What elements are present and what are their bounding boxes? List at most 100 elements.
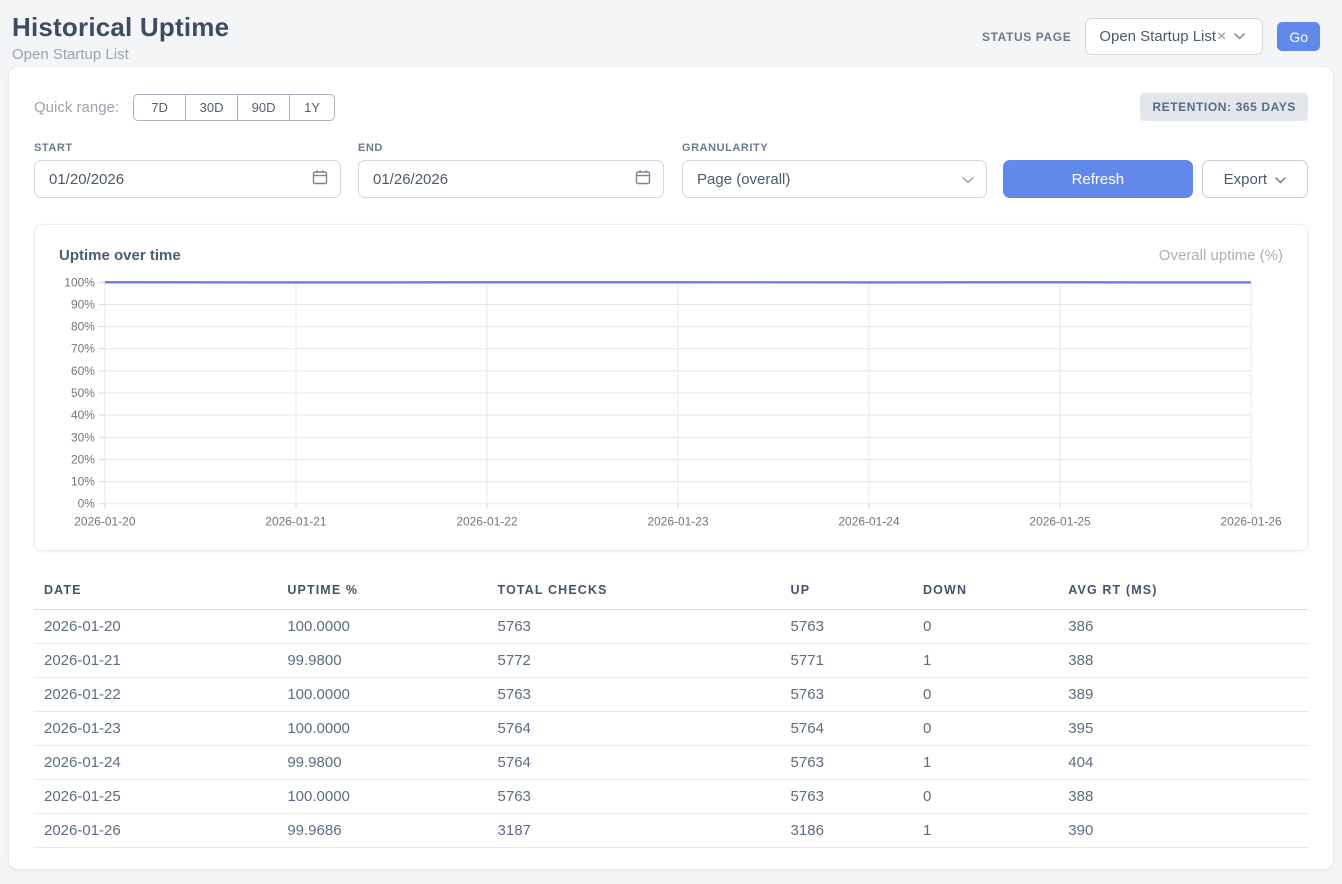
- calendar-icon[interactable]: [635, 169, 651, 189]
- table-cell: 404: [1058, 746, 1308, 780]
- y-axis-tick-label: 60%: [71, 364, 95, 378]
- table-cell: 5763: [781, 780, 913, 814]
- page-title: Historical Uptime: [12, 12, 229, 43]
- go-button[interactable]: Go: [1277, 22, 1320, 51]
- y-axis-tick-label: 10%: [71, 475, 95, 489]
- y-axis-tick-label: 40%: [71, 408, 95, 422]
- column-header: UPTIME %: [277, 575, 487, 610]
- y-axis-tick-label: 30%: [71, 430, 95, 444]
- y-axis-tick-label: 100%: [64, 275, 95, 289]
- chevron-down-icon: [1234, 33, 1245, 40]
- table-cell: 100.0000: [277, 610, 487, 644]
- table-header-row: DATEUPTIME %TOTAL CHECKSUPDOWNAVG RT (MS…: [34, 575, 1308, 610]
- filters-row: START 01/20/2026 END 01/26/2026 GRANULAR…: [34, 142, 1308, 198]
- export-button-label: Export: [1224, 171, 1267, 188]
- table-cell: 2026-01-23: [34, 712, 277, 746]
- start-date-label: START: [34, 142, 341, 154]
- table-cell: 5763: [488, 780, 781, 814]
- table-cell: 5763: [488, 678, 781, 712]
- table-cell: 0: [913, 610, 1058, 644]
- chart-legend: Overall uptime (%): [1159, 247, 1283, 264]
- y-axis-tick-label: 90%: [71, 297, 95, 311]
- table-cell: 386: [1058, 610, 1308, 644]
- column-header: DOWN: [913, 575, 1058, 610]
- table-row: 2026-01-22100.0000576357630389: [34, 678, 1308, 712]
- start-date-input[interactable]: 01/20/2026: [34, 160, 341, 198]
- table-cell: 388: [1058, 780, 1308, 814]
- column-header: DATE: [34, 575, 277, 610]
- granularity-field-group: GRANULARITY Page (overall): [682, 142, 987, 198]
- table-cell: 5771: [781, 644, 913, 678]
- table-row: 2026-01-2499.9800576457631404: [34, 746, 1308, 780]
- table-cell: 99.9800: [277, 644, 487, 678]
- table-row: 2026-01-2699.9686318731861390: [34, 814, 1308, 848]
- table-cell: 99.9800: [277, 746, 487, 780]
- x-axis-tick-label: 2026-01-25: [1029, 515, 1091, 529]
- status-page-label: STATUS PAGE: [982, 30, 1071, 44]
- column-header: TOTAL CHECKS: [488, 575, 781, 610]
- refresh-button[interactable]: Refresh: [1003, 160, 1193, 198]
- table-cell: 5764: [781, 712, 913, 746]
- table-cell: 5772: [488, 644, 781, 678]
- table-cell: 3187: [488, 814, 781, 848]
- table-cell: 0: [913, 780, 1058, 814]
- table-cell: 1: [913, 644, 1058, 678]
- quick-range-group: 7D30D90D1Y: [133, 94, 335, 121]
- table-cell: 100.0000: [277, 712, 487, 746]
- table-cell: 0: [913, 712, 1058, 746]
- table-cell: 2026-01-25: [34, 780, 277, 814]
- table-cell: 5763: [781, 678, 913, 712]
- table-cell: 5763: [488, 610, 781, 644]
- y-axis-tick-label: 0%: [78, 497, 96, 511]
- x-axis-tick-label: 2026-01-20: [74, 515, 136, 529]
- quick-range-30d[interactable]: 30D: [185, 94, 237, 121]
- x-axis-tick-label: 2026-01-24: [838, 515, 900, 529]
- quick-range-label: Quick range:: [34, 99, 119, 116]
- table-cell: 388: [1058, 644, 1308, 678]
- table-cell: 1: [913, 814, 1058, 848]
- table-row: 2026-01-23100.0000576457640395: [34, 712, 1308, 746]
- granularity-select[interactable]: Page (overall): [682, 160, 987, 198]
- end-date-input[interactable]: 01/26/2026: [358, 160, 664, 198]
- y-axis-tick-label: 80%: [71, 320, 95, 334]
- x-axis-tick-label: 2026-01-21: [265, 515, 327, 529]
- table-row: 2026-01-20100.0000576357630386: [34, 610, 1308, 644]
- table-cell: 389: [1058, 678, 1308, 712]
- table-row: 2026-01-2199.9800577257711388: [34, 644, 1308, 678]
- table-cell: 3186: [781, 814, 913, 848]
- main-panel: Quick range: 7D30D90D1Y RETENTION: 365 D…: [8, 66, 1334, 870]
- chevron-down-icon: [1275, 171, 1286, 188]
- granularity-label: GRANULARITY: [682, 142, 987, 154]
- y-axis-tick-label: 20%: [71, 452, 95, 466]
- top-header: Historical Uptime Open Startup List STAT…: [0, 0, 1342, 66]
- end-date-label: END: [358, 142, 664, 154]
- retention-badge: RETENTION: 365 DAYS: [1140, 93, 1308, 121]
- uptime-chart-card: Uptime over time Overall uptime (%) 0% 10…: [34, 224, 1308, 551]
- quick-range-7d[interactable]: 7D: [133, 94, 185, 121]
- status-page-select[interactable]: Open Startup List ×: [1085, 18, 1263, 55]
- page-subtitle: Open Startup List: [12, 46, 229, 63]
- table-cell: 99.9686: [277, 814, 487, 848]
- table-cell: 395: [1058, 712, 1308, 746]
- column-header: AVG RT (MS): [1058, 575, 1308, 610]
- quick-range-90d[interactable]: 90D: [237, 94, 289, 121]
- table-cell: 2026-01-20: [34, 610, 277, 644]
- chart-header: Uptime over time Overall uptime (%): [59, 247, 1283, 264]
- clear-selection-icon[interactable]: ×: [1217, 28, 1226, 46]
- table-row: 2026-01-25100.0000576357630388: [34, 780, 1308, 814]
- start-date-field-group: START 01/20/2026: [34, 142, 341, 198]
- table-cell: 390: [1058, 814, 1308, 848]
- quick-range-1y[interactable]: 1Y: [289, 94, 335, 121]
- table-cell: 2026-01-26: [34, 814, 277, 848]
- title-block: Historical Uptime Open Startup List: [12, 12, 229, 63]
- granularity-selected-value: Page (overall): [697, 171, 790, 188]
- table-cell: 2026-01-24: [34, 746, 277, 780]
- y-axis-tick-label: 50%: [71, 386, 95, 400]
- table-cell: 5763: [781, 610, 913, 644]
- header-right: STATUS PAGE Open Startup List × Go: [982, 18, 1320, 55]
- end-date-value: 01/26/2026: [373, 171, 448, 188]
- export-button[interactable]: Export: [1202, 160, 1308, 198]
- calendar-icon[interactable]: [312, 169, 328, 189]
- uptime-table: DATEUPTIME %TOTAL CHECKSUPDOWNAVG RT (MS…: [34, 575, 1308, 848]
- x-axis-tick-label: 2026-01-23: [647, 515, 709, 529]
